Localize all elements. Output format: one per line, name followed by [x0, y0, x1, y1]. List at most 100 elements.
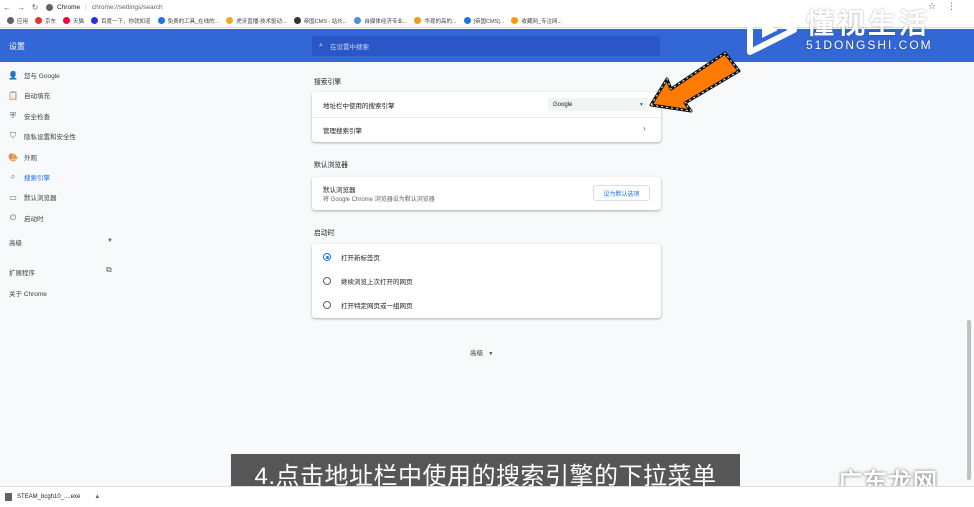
bookmark-item[interactable]: 免费的工具_在线的... — [157, 17, 220, 25]
sidebar-extensions[interactable]: 扩展程序 — [9, 267, 35, 277]
bookmark-label: 华现的高的... — [424, 18, 457, 25]
advanced-label: 高级 — [470, 350, 483, 357]
shield-check-icon: ⛨ — [10, 111, 16, 120]
bookmark-item[interactable]: 京东 — [35, 17, 56, 25]
sidebar-item[interactable]: 👤 您与 Google — [0, 68, 120, 82]
bookmark-item[interactable]: 帝国CMS - 站长... — [293, 17, 348, 25]
sidebar-item[interactable]: ⏻ 启动时 — [0, 211, 120, 225]
settings-search-input[interactable]: ⌕ 在设置中搜索 — [312, 36, 660, 56]
chevron-up-icon[interactable]: ▲ — [94, 494, 100, 500]
bookmark-label: 天猫 — [73, 18, 85, 25]
bookmark-item[interactable]: 天猫 — [63, 17, 84, 25]
file-icon — [5, 493, 12, 501]
address-divider: | — [85, 3, 87, 11]
open-external-icon[interactable]: ⧉ — [106, 265, 112, 275]
startup-option-label: 打开新标签页 — [341, 255, 380, 262]
sidebar-item-label: 启动时 — [24, 216, 44, 223]
bookmark-item[interactable]: 虎牙直播-技术驱动... — [226, 17, 287, 25]
bookmark-label: 帝国CMS - 站长... — [303, 18, 348, 25]
sidebar-item-label: 搜索引擎 — [24, 175, 50, 182]
sidebar-item[interactable]: 🎨 外观 — [0, 150, 120, 164]
bookmark-item[interactable]: 百度一下，你就知道 — [91, 17, 151, 25]
manage-search-engines-row[interactable]: 管理搜索引擎 — [312, 118, 661, 142]
chrome-icon — [46, 3, 53, 11]
sidebar-item-label: 默认浏览器 — [24, 195, 57, 202]
chevron-right-icon: › — [643, 124, 646, 133]
bookmark-label: 百度一下，你就知道 — [101, 18, 151, 25]
address-bar[interactable]: Chrome | chrome://settings/search — [46, 1, 163, 13]
scrollbar[interactable] — [967, 320, 971, 480]
favicon-icon — [35, 17, 43, 24]
browser-icon: ▭ — [9, 192, 17, 202]
sidebar-item[interactable]: 📋 自动填充 — [0, 88, 120, 102]
shield-icon: ⛉ — [10, 131, 16, 140]
sidebar-item[interactable]: ⛉ 隐私设置和安全性 — [0, 129, 120, 143]
bookmark-label: [帝国CMS]... — [473, 18, 505, 25]
sidebar-item[interactable]: ⛨ 安全检查 — [0, 109, 120, 123]
favicon-icon — [511, 17, 519, 24]
palette-icon: 🎨 — [8, 152, 18, 162]
favicon-icon — [414, 17, 422, 24]
watermark-name: 懂视生活 — [806, 8, 931, 39]
bookmark-label: 自媒体经济专业... — [364, 18, 408, 25]
section-title-search-engine: 搜索引擎 — [314, 79, 342, 86]
search-placeholder: 在设置中搜索 — [330, 44, 369, 51]
radio-button[interactable] — [323, 277, 331, 285]
download-bar: STEAM_bcgh10_....exe ▲ — [0, 486, 974, 507]
chevron-down-icon[interactable]: ▼ — [107, 238, 113, 244]
default-browser-card: 默认浏览器 将 Google Chrome 浏览器设为默认浏览器 设为默认选项 — [312, 177, 661, 210]
sidebar-item-label: 自动填充 — [24, 93, 50, 100]
bookmark-label: 应用 — [17, 18, 29, 25]
sidebar-item-label: 外观 — [24, 155, 37, 162]
reload-icon[interactable]: ↻ — [28, 0, 42, 14]
arrow-annotation — [649, 51, 741, 113]
sidebar-about[interactable]: 关于 Chrome — [9, 288, 47, 298]
radio-button[interactable] — [323, 253, 331, 261]
sidebar-item[interactable]: ▭ 默认浏览器 — [0, 190, 120, 204]
address-bar-engine-label: 地址栏中使用的搜索引擎 — [323, 102, 395, 110]
make-default-button[interactable]: 设为默认选项 — [593, 185, 650, 201]
bookmark-item[interactable]: 应用 — [7, 17, 28, 25]
section-title-default-browser: 默认浏览器 — [314, 162, 348, 169]
bookmark-item[interactable]: [帝国CMS]... — [463, 17, 505, 25]
startup-option-label: 打开特定网页或一组网页 — [341, 303, 413, 310]
clipboard-icon: 📋 — [8, 90, 18, 100]
search-engine-select[interactable]: Google ▼ — [548, 98, 649, 111]
forward-icon[interactable]: → — [14, 0, 28, 14]
radio-button[interactable] — [323, 301, 331, 309]
sidebar-advanced[interactable]: 高级 — [9, 237, 22, 247]
page-title: 设置 — [9, 42, 25, 51]
startup-option[interactable]: 继续浏览上次打开的网页 — [312, 273, 661, 289]
default-browser-label: 默认浏览器 — [323, 187, 356, 194]
startup-card: 打开新标签页继续浏览上次打开的网页打开特定网页或一组网页 — [312, 244, 661, 318]
bookmark-item[interactable]: 自媒体经济专业... — [354, 17, 407, 25]
sidebar-item[interactable]: ⌕ 搜索引擎 — [0, 170, 120, 184]
advanced-toggle[interactable]: 高级 ▼ — [470, 347, 493, 357]
favicon-icon — [63, 17, 71, 24]
search-engine-card: 地址栏中使用的搜索引擎 Google ▼ 管理搜索引擎 › — [312, 92, 661, 142]
search-icon: ⌕ — [319, 42, 323, 49]
sidebar-item-label: 您与 Google — [24, 73, 60, 80]
favicon-icon — [157, 17, 165, 24]
bookmark-label: 收藏网_专注网... — [521, 18, 563, 25]
search-engine-value: Google — [553, 101, 573, 108]
sidebar-item-label: 隐私设置和安全性 — [24, 134, 76, 141]
favicon-icon — [293, 17, 301, 24]
startup-option[interactable]: 打开特定网页或一组网页 — [312, 297, 661, 313]
favicon-icon — [91, 17, 99, 24]
favicon-icon — [354, 17, 362, 24]
arrow-shape — [649, 51, 741, 113]
chevron-down-icon: ▼ — [488, 351, 494, 357]
watermark-logo: 懂视生活 51DONGSHI.COM — [744, 0, 974, 60]
bookmark-label: 免费的工具_在线的... — [167, 18, 220, 25]
bookmark-label: 京东 — [45, 18, 57, 25]
startup-option[interactable]: 打开新标签页 — [312, 249, 661, 265]
bookmark-item[interactable]: 华现的高的... — [414, 17, 457, 25]
bookmark-label: 虎牙直播-技术驱动... — [236, 18, 287, 25]
address-url: chrome://settings/search — [91, 3, 163, 11]
download-item[interactable]: STEAM_bcgh10_....exe ▲ — [5, 493, 100, 501]
back-icon[interactable]: ← — [0, 0, 14, 14]
person-icon: 👤 — [8, 70, 18, 80]
default-browser-sublabel: 将 Google Chrome 浏览器设为默认浏览器 — [323, 197, 435, 203]
bookmark-item[interactable]: 收藏网_专注网... — [511, 17, 562, 25]
